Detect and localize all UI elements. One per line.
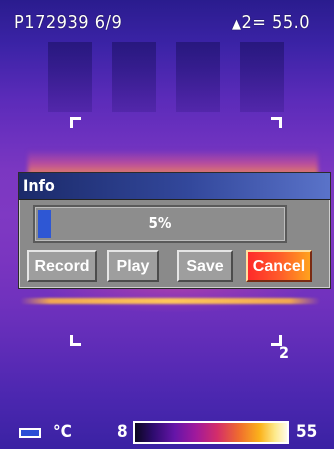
record-button[interactable]: Record [27,250,97,282]
dialog-title: Info [19,173,330,200]
thermal-dark-band [176,42,220,112]
progress-text: 5% [148,214,172,232]
thermal-image-view: P172939 6/9 ▲2= 55.0 2 Info 5% Record Pl… [0,0,334,449]
thermal-dark-band [112,42,156,112]
scale-min: 8 [117,422,128,442]
triangle-marker-icon: ▲ [232,17,242,32]
play-button[interactable]: Play [107,250,159,282]
battery-icon [19,428,41,438]
thermal-hot-strip [20,298,320,304]
progress-bar: 5% [33,205,287,243]
thermal-dark-band [240,42,284,112]
file-index: 6/9 [94,12,123,33]
scale-max: 55 [296,422,318,442]
thermal-dark-band [48,42,92,112]
save-button[interactable]: Save [177,250,233,282]
roi-corner-bottom-left [70,335,81,346]
file-label: P172939 [14,12,90,33]
roi-corner-top-left [70,117,81,128]
spot-marker-number: 2 [279,343,290,362]
cancel-button[interactable]: Cancel [246,250,312,282]
info-dialog: Info 5% Record Play Save Cancel [18,172,331,289]
roi-corner-top-right [271,117,282,128]
unit-label: °C [53,422,72,442]
temperature-color-scale [133,421,289,444]
max-temp-readout: ▲2= 55.0 [232,12,310,33]
file-info: P172939 6/9 [14,12,122,33]
max-temp-value: 2= 55.0 [241,12,311,33]
